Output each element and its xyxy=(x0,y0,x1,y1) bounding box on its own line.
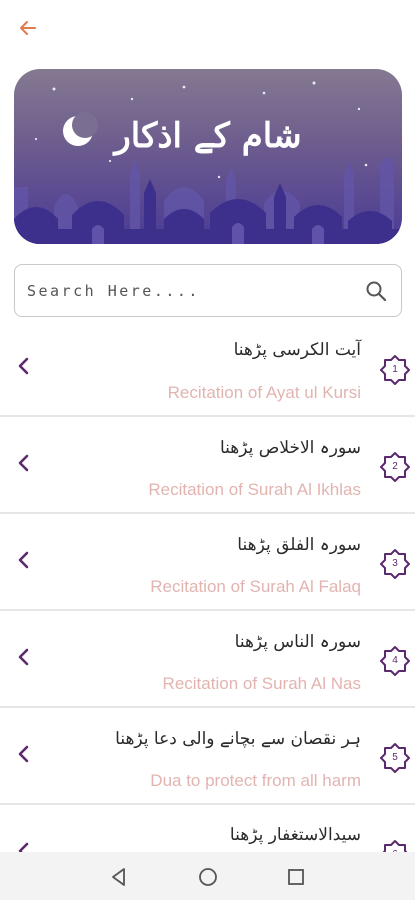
system-navigation-bar xyxy=(0,852,415,900)
number-badge-text: 1 xyxy=(392,364,398,375)
list-item[interactable]: سورہ الناس پڑھنا Recitation of Surah Al … xyxy=(0,611,415,708)
item-title-urdu: سورہ الفلق پڑھنا xyxy=(237,535,361,555)
chevron-left-icon xyxy=(18,357,29,375)
item-title-urdu: سورہ الناس پڑھنا xyxy=(234,632,361,652)
arrow-left-icon xyxy=(20,21,36,35)
search-icon[interactable] xyxy=(365,280,387,302)
mosque-skyline-illustration xyxy=(14,81,402,244)
number-badge: 4 xyxy=(379,645,411,677)
chevron-left-icon xyxy=(18,648,29,666)
search-bar[interactable] xyxy=(14,264,402,317)
number-badge-text: 4 xyxy=(392,655,398,666)
chevron-left-icon xyxy=(18,454,29,472)
triangle-back-icon[interactable] xyxy=(108,866,130,888)
square-recents-icon[interactable] xyxy=(285,866,307,888)
number-badge-text: 5 xyxy=(392,752,398,763)
search-input[interactable] xyxy=(27,265,357,316)
banner-title: شام کے اذکار xyxy=(114,116,302,156)
header-banner: شام کے اذکار xyxy=(14,69,402,244)
list-item[interactable]: آیت الکرسی پڑھنا Recitation of Ayat ul K… xyxy=(0,320,415,417)
number-badge: 1 xyxy=(379,354,411,386)
chevron-left-icon xyxy=(18,745,29,763)
chevron-left-icon xyxy=(18,551,29,569)
list-item[interactable]: ہر نقصان سے بچانے والی دعا پڑھنا Dua to … xyxy=(0,708,415,805)
number-badge: 2 xyxy=(379,451,411,483)
azkar-list: آیت الکرسی پڑھنا Recitation of Ayat ul K… xyxy=(0,320,415,900)
number-badge: 3 xyxy=(379,548,411,580)
number-badge-text: 2 xyxy=(392,461,398,472)
number-badge-text: 3 xyxy=(392,558,398,569)
item-title-english: Dua to protect from all harm xyxy=(150,771,361,790)
item-title-urdu: سورہ الاخلاص پڑھنا xyxy=(219,438,361,458)
item-title-english: Recitation of Surah Al Falaq xyxy=(150,577,361,596)
item-title-urdu: ہر نقصان سے بچانے والی دعا پڑھنا xyxy=(115,729,361,749)
back-button[interactable] xyxy=(14,14,42,42)
item-title-urdu: آیت الکرسی پڑھنا xyxy=(233,340,361,360)
item-title-english: Recitation of Surah Al Ikhlas xyxy=(148,480,361,499)
list-item[interactable]: سورہ الاخلاص پڑھنا Recitation of Surah A… xyxy=(0,417,415,514)
number-badge: 5 xyxy=(379,742,411,774)
item-title-english: Recitation of Ayat ul Kursi xyxy=(167,383,361,402)
item-title-english: Recitation of Surah Al Nas xyxy=(162,674,361,693)
circle-home-icon[interactable] xyxy=(197,866,219,888)
list-item[interactable]: سورہ الفلق پڑھنا Recitation of Surah Al … xyxy=(0,514,415,611)
item-title-urdu: سیدالاستغفار پڑھنا xyxy=(229,825,361,845)
